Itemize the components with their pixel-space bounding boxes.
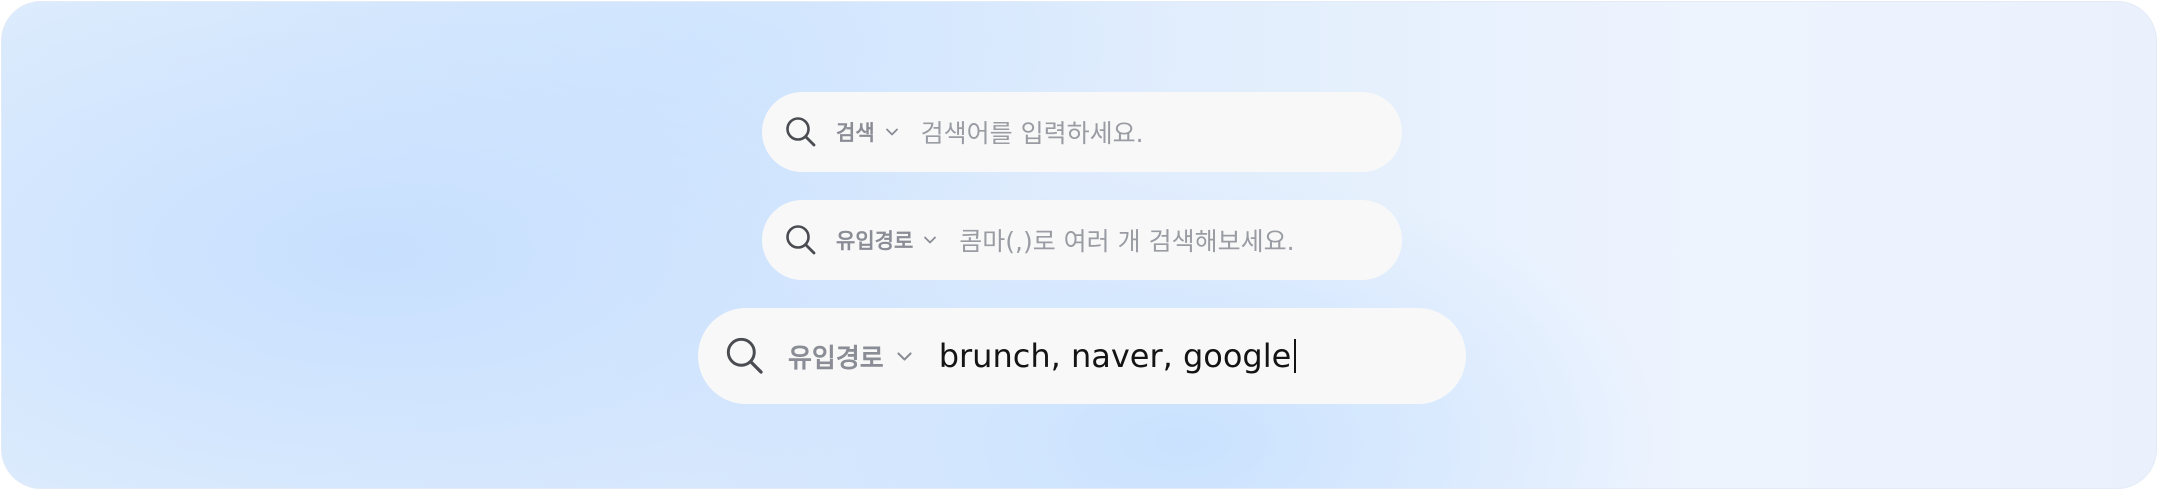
- search-placeholder: 검색어를 입력하세요.: [920, 119, 1144, 148]
- search-icon[interactable]: [784, 223, 818, 257]
- search-input[interactable]: brunch, naver, google: [939, 337, 1297, 375]
- scope-label: 검색: [836, 121, 875, 145]
- chevron-down-icon: [885, 125, 899, 139]
- search-bar-referrer[interactable]: 유입경로 콤마(,)로 여러 개 검색해보세요.: [762, 200, 1402, 280]
- scope-label: 유입경로: [836, 229, 914, 253]
- scope-label: 유입경로: [788, 343, 884, 374]
- search-bar-active[interactable]: 유입경로 brunch, naver, google: [698, 308, 1466, 404]
- scope-dropdown[interactable]: 유입경로: [788, 338, 913, 375]
- scope-dropdown[interactable]: 유입경로: [836, 225, 937, 255]
- text-caret: [1294, 339, 1297, 373]
- background-canvas: 검색 검색어를 입력하세요. 유입경로 콤마(,)로 여러 개 검색해보세요. …: [1, 1, 2157, 489]
- search-bar-default[interactable]: 검색 검색어를 입력하세요.: [762, 92, 1402, 172]
- search-placeholder: 콤마(,)로 여러 개 검색해보세요.: [959, 227, 1295, 256]
- scope-dropdown[interactable]: 검색: [836, 117, 899, 147]
- search-icon[interactable]: [724, 335, 766, 377]
- chevron-down-icon: [923, 233, 937, 247]
- search-icon[interactable]: [784, 115, 818, 149]
- search-input[interactable]: 검색어를 입력하세요.: [921, 114, 1144, 150]
- chevron-down-icon: [896, 348, 913, 365]
- search-value: brunch, naver, google: [938, 337, 1292, 375]
- search-input[interactable]: 콤마(,)로 여러 개 검색해보세요.: [959, 222, 1294, 258]
